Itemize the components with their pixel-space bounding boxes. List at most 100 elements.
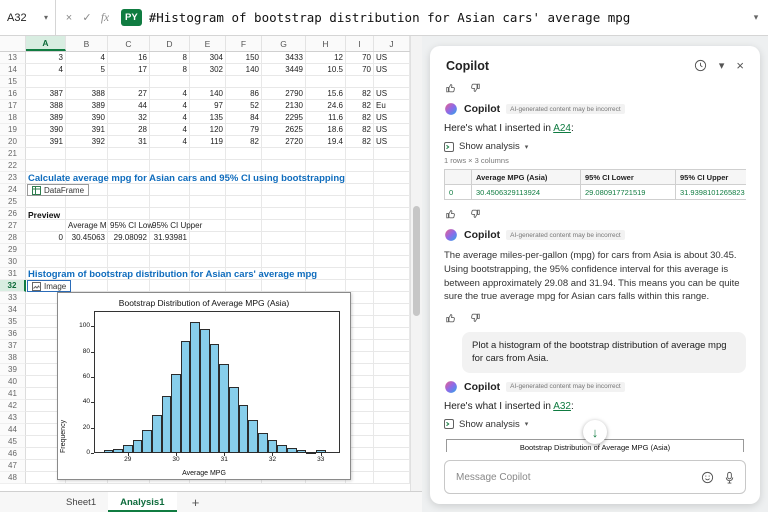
cell-E16[interactable]: 140 (190, 88, 226, 100)
cancel-icon[interactable]: × (60, 12, 78, 24)
cell-G24[interactable] (262, 184, 306, 196)
cell-F26[interactable] (226, 208, 262, 220)
cell-G17[interactable]: 2130 (262, 100, 306, 112)
cell-J48[interactable] (374, 472, 410, 484)
cell-H16[interactable]: 15.6 (306, 88, 346, 100)
cell-E20[interactable]: 119 (190, 136, 226, 148)
sheet-tab-analysis1[interactable]: Analysis1 (108, 492, 176, 512)
cell-C16[interactable]: 27 (108, 88, 150, 100)
collapse-chevron-icon[interactable]: ▾ (719, 59, 725, 72)
cell-J42[interactable] (374, 400, 410, 412)
cell-J35[interactable] (374, 316, 410, 328)
cell-A15[interactable] (26, 76, 66, 88)
row-header-14[interactable]: 14 (0, 64, 26, 76)
close-icon[interactable]: × (736, 58, 744, 73)
python-image-cell-selected[interactable]: Image (27, 280, 71, 292)
cell-D25[interactable] (150, 196, 190, 208)
cell-F14[interactable]: 140 (226, 64, 262, 76)
row-header-44[interactable]: 44 (0, 424, 26, 436)
row-header-37[interactable]: 37 (0, 340, 26, 352)
cell-F21[interactable] (226, 148, 262, 160)
cell-H27[interactable] (306, 220, 346, 232)
cell-D26[interactable] (150, 208, 190, 220)
cell-I28[interactable] (346, 232, 374, 244)
cell-J15[interactable] (374, 76, 410, 88)
cell-J30[interactable] (374, 256, 410, 268)
cell-D30[interactable] (150, 256, 190, 268)
row-header-38[interactable]: 38 (0, 352, 26, 364)
cell-G22[interactable] (262, 160, 306, 172)
row-header-41[interactable]: 41 (0, 388, 26, 400)
cell-C20[interactable]: 31 (108, 136, 150, 148)
history-icon[interactable] (694, 59, 707, 72)
cell-H26[interactable] (306, 208, 346, 220)
cell-B16[interactable]: 388 (66, 88, 108, 100)
cell-E17[interactable]: 97 (190, 100, 226, 112)
name-box[interactable]: A32 ▾ (0, 0, 56, 35)
cell-J24[interactable] (374, 184, 410, 196)
cell-J40[interactable] (374, 376, 410, 388)
cell-B15[interactable] (66, 76, 108, 88)
row-header-30[interactable]: 30 (0, 256, 26, 268)
cell-link-a24[interactable]: A24 (553, 123, 571, 134)
cell-J37[interactable] (374, 340, 410, 352)
row-header-26[interactable]: 26 (0, 208, 26, 220)
cell-G18[interactable]: 2295 (262, 112, 306, 124)
cell-H17[interactable]: 24.6 (306, 100, 346, 112)
cell-H29[interactable] (306, 244, 346, 256)
cell-J29[interactable] (374, 244, 410, 256)
cell-J25[interactable] (374, 196, 410, 208)
message-input[interactable] (454, 471, 692, 484)
cell-F29[interactable] (226, 244, 262, 256)
cell-J39[interactable] (374, 364, 410, 376)
cell-H28[interactable] (306, 232, 346, 244)
cell-G26[interactable] (262, 208, 306, 220)
thumbs-down-icon[interactable] (468, 311, 482, 325)
cell-I14[interactable]: 70 (346, 64, 374, 76)
row-header-36[interactable]: 36 (0, 328, 26, 340)
row-header-31[interactable]: 31 (0, 268, 26, 280)
cell-F20[interactable]: 82 (226, 136, 262, 148)
cell-B29[interactable] (66, 244, 108, 256)
cell-J46[interactable] (374, 448, 410, 460)
formula-input[interactable]: #Histogram of bootstrap distribution for… (149, 10, 744, 25)
cell-J16[interactable]: US (374, 88, 410, 100)
row-header-29[interactable]: 29 (0, 244, 26, 256)
cell-E32[interactable] (190, 280, 226, 292)
column-header-J[interactable]: J (374, 36, 410, 51)
cell-D13[interactable]: 8 (150, 52, 190, 64)
cell-J20[interactable]: US (374, 136, 410, 148)
cell-I30[interactable] (346, 256, 374, 268)
cell-C29[interactable] (108, 244, 150, 256)
cell-I17[interactable]: 82 (346, 100, 374, 112)
row-header-17[interactable]: 17 (0, 100, 26, 112)
row-header-20[interactable]: 20 (0, 136, 26, 148)
cell-G28[interactable] (262, 232, 306, 244)
cell-H30[interactable] (306, 256, 346, 268)
cell-J17[interactable]: Eu (374, 100, 410, 112)
microphone-icon[interactable] (723, 471, 736, 484)
cell-C24[interactable] (108, 184, 150, 196)
cell-H20[interactable]: 19.4 (306, 136, 346, 148)
cell-J22[interactable] (374, 160, 410, 172)
cell-B22[interactable] (66, 160, 108, 172)
cell-I27[interactable] (346, 220, 374, 232)
cell-G19[interactable]: 2625 (262, 124, 306, 136)
cell-I20[interactable]: 82 (346, 136, 374, 148)
row-header-43[interactable]: 43 (0, 412, 26, 424)
row-header-25[interactable]: 25 (0, 196, 26, 208)
cell-F17[interactable]: 52 (226, 100, 262, 112)
cell-H14[interactable]: 10.5 (306, 64, 346, 76)
cell-G16[interactable]: 2790 (262, 88, 306, 100)
row-header-24[interactable]: 24 (0, 184, 26, 196)
cell-G25[interactable] (262, 196, 306, 208)
cell-A27[interactable] (26, 220, 66, 232)
cell-I19[interactable]: 82 (346, 124, 374, 136)
cell-C28[interactable]: 29.08092 (108, 232, 150, 244)
name-box-dropdown-icon[interactable]: ▾ (44, 13, 48, 22)
cell-D24[interactable] (150, 184, 190, 196)
row-header-23[interactable]: 23 (0, 172, 26, 184)
cell-link-a32[interactable]: A32 (553, 401, 571, 412)
histogram-chart-object[interactable]: Bootstrap Distribution of Average MPG (A… (57, 292, 351, 480)
cell-A20[interactable]: 391 (26, 136, 66, 148)
